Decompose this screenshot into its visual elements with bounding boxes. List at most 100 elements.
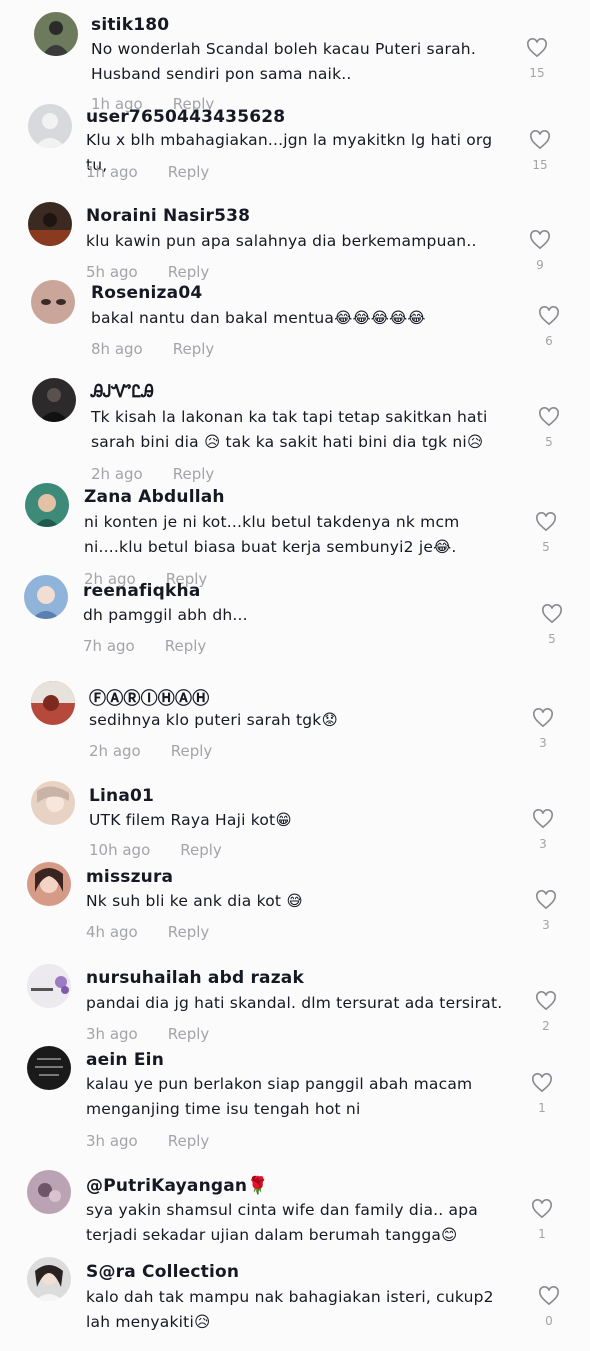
heart-icon (539, 306, 559, 326)
heart-icon (539, 407, 559, 427)
comment-text: ni konten je ni kot...klu betul takdenya… (84, 513, 460, 556)
like-button[interactable]: 3 (523, 809, 563, 851)
like-button[interactable]: 2 (526, 991, 566, 1033)
comment-time: 10h ago (89, 841, 151, 859)
comment-time: 8h ago (91, 340, 143, 358)
comment-username[interactable]: misszura (86, 867, 173, 887)
like-count: 5 (548, 632, 556, 646)
comment-username[interactable]: reenafiqkha (83, 581, 201, 601)
comment-text: Nk suh bli ke ank dia kot 😅 (86, 892, 303, 910)
heart-icon (532, 1073, 552, 1093)
comment-username[interactable]: Roseniza04 (91, 283, 202, 303)
reply-button[interactable]: Reply (168, 923, 210, 941)
like-count: 2 (542, 1019, 550, 1033)
comment-username[interactable]: aein Ein (86, 1050, 164, 1070)
avatar[interactable] (31, 681, 75, 725)
like-button[interactable]: 1 (522, 1073, 562, 1115)
comment-time: 1h ago (86, 163, 138, 181)
like-count: 1 (538, 1101, 546, 1115)
comment-username[interactable]: Noraini Nasir538 (86, 206, 250, 226)
like-count: 3 (542, 918, 550, 932)
reply-button[interactable]: Reply (171, 742, 213, 760)
like-button[interactable]: 15 (520, 130, 560, 172)
like-button[interactable]: 1 (522, 1199, 562, 1241)
like-button[interactable]: 3 (526, 890, 566, 932)
heart-icon (536, 991, 556, 1011)
heart-icon (530, 130, 550, 150)
comment-time: 3h ago (86, 1132, 138, 1150)
comment-time: 2h ago (89, 742, 141, 760)
like-count: 9 (536, 258, 544, 272)
like-count: 5 (542, 540, 550, 554)
heart-icon (539, 1286, 559, 1306)
comment-username[interactable]: user7650443435628 (86, 107, 285, 127)
avatar[interactable] (28, 202, 72, 246)
like-count: 5 (545, 435, 553, 449)
avatar[interactable] (31, 280, 75, 324)
like-button[interactable]: 6 (529, 306, 569, 348)
comment-time: 3h ago (86, 1025, 138, 1043)
comment-text: kalau ye pun berlakon siap panggil abah … (86, 1075, 473, 1118)
comment-username[interactable]: S@ra Collection (86, 1262, 239, 1282)
reply-button[interactable]: Reply (168, 1132, 210, 1150)
comment-text: UTK filem Raya Haji kot😁 (89, 811, 292, 829)
comment-text: Tk kisah la lakonan ka tak tapi tetap sa… (91, 408, 488, 451)
comment-text: pandai dia jg hati skandal. dlm tersurat… (86, 994, 503, 1012)
comment-username[interactable]: ᎯᎫᏉᏝᎯ (91, 382, 154, 402)
reply-button[interactable]: Reply (165, 637, 207, 655)
avatar[interactable] (27, 1257, 71, 1301)
comment-text: No wonderlah Scandal boleh kacau Puteri … (91, 40, 476, 83)
avatar[interactable] (27, 1170, 71, 1214)
comment-username[interactable]: Lina01 (89, 786, 154, 806)
comment-username[interactable]: ⒻⒶⓇⒾⒽⒶⒽ (89, 684, 209, 709)
reply-button[interactable]: Reply (168, 163, 210, 181)
like-button[interactable]: 15 (517, 38, 557, 80)
heart-icon (536, 890, 556, 910)
comment-text: bakal nantu dan bakal mentua😂😂😂😂😂 (91, 309, 426, 327)
like-button[interactable]: 0 (529, 1286, 569, 1328)
heart-icon (542, 604, 562, 624)
avatar[interactable] (27, 1046, 71, 1090)
comment-text: kalo dah tak mampu nak bahagiakan isteri… (86, 1288, 494, 1331)
avatar[interactable] (34, 12, 78, 56)
comment-time: 2h ago (91, 465, 143, 483)
heart-icon (533, 708, 553, 728)
like-count: 3 (539, 837, 547, 851)
avatar[interactable] (27, 964, 71, 1008)
like-button[interactable]: 5 (532, 604, 572, 646)
reply-button[interactable]: Reply (168, 1025, 210, 1043)
heart-icon (527, 38, 547, 58)
avatar[interactable] (24, 575, 68, 619)
comment-username[interactable]: nursuhailah abd razak (86, 968, 304, 988)
like-count: 3 (539, 736, 547, 750)
comment-username[interactable]: @PutriKayangan🌹 (86, 1176, 269, 1196)
comment-text: sedihnya klo puteri sarah tgk😟 (89, 711, 338, 729)
avatar[interactable] (31, 781, 75, 825)
like-count: 15 (532, 158, 548, 172)
avatar[interactable] (25, 483, 69, 527)
reply-button[interactable]: Reply (180, 841, 222, 859)
comment-time: 4h ago (86, 923, 138, 941)
comment-text: klu kawin pun apa salahnya dia berkemamp… (86, 232, 477, 250)
like-count: 6 (545, 334, 553, 348)
comment-username[interactable]: Zana Abdullah (84, 487, 225, 507)
comment-time: 7h ago (83, 637, 135, 655)
comment-time: 5h ago (86, 263, 138, 281)
avatar[interactable] (27, 862, 71, 906)
heart-icon (530, 230, 550, 250)
like-count: 15 (529, 66, 545, 80)
like-button[interactable]: 3 (523, 708, 563, 750)
comment-text: sya yakin shamsul cinta wife dan family … (86, 1201, 478, 1244)
avatar[interactable] (28, 104, 72, 148)
like-button[interactable]: 9 (520, 230, 560, 272)
heart-icon (536, 512, 556, 532)
avatar[interactable] (32, 378, 76, 422)
like-button[interactable]: 5 (529, 407, 569, 449)
reply-button[interactable]: Reply (173, 465, 215, 483)
comment-username[interactable]: sitik180 (91, 15, 169, 35)
like-button[interactable]: 5 (526, 512, 566, 554)
reply-button[interactable]: Reply (173, 340, 215, 358)
like-count: 1 (538, 1227, 546, 1241)
reply-button[interactable]: Reply (168, 263, 210, 281)
like-count: 0 (545, 1314, 553, 1328)
